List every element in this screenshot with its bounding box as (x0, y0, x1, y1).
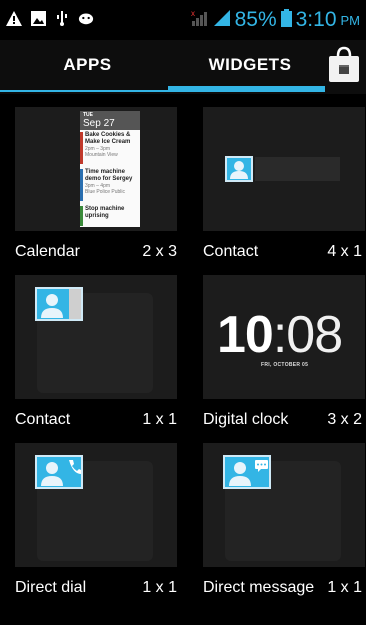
widget-preview-contact-4x1[interactable] (203, 107, 365, 231)
battery-icon (280, 8, 292, 32)
clock-hour: 10 (217, 306, 274, 364)
clock-preview-date: FRI, OCTOBER 05 (261, 362, 309, 368)
widget-label: Direct dial (15, 579, 87, 596)
direct-message-icon (223, 455, 271, 489)
tab-apps[interactable]: APPS (0, 40, 175, 90)
contact-avatar-icon (225, 156, 253, 182)
direct-dial-icon (35, 455, 83, 489)
event-title: Time machine demo for Sergey (85, 169, 133, 182)
contact-name-bar (255, 157, 340, 181)
warning-icon (6, 10, 22, 26)
widget-size: 1 x 1 (327, 579, 362, 596)
image-icon (30, 10, 46, 26)
tab-active-indicator (168, 86, 325, 92)
widget-label: Contact (15, 411, 71, 428)
widget-preview-direct-dial[interactable] (15, 443, 177, 567)
widget-size: 3 x 2 (327, 411, 362, 428)
battery-percent: 85% (234, 8, 277, 31)
tab-bar: APPS WIDGETS (0, 40, 366, 94)
usb-icon (54, 10, 70, 26)
calendar-header: TUE Sep 27 (80, 111, 140, 130)
widget-label: Digital clock (203, 411, 289, 428)
calendar-date: Sep 27 (83, 118, 115, 129)
event-title: Bake Cookies & Make Ice Cream (85, 132, 131, 145)
android-debug-icon (78, 10, 94, 26)
event-title: Stop machine uprising (85, 206, 125, 219)
clock-colon: : (272, 306, 287, 364)
clock-minutes: 08 (286, 306, 343, 364)
widget-size: 1 x 1 (142, 411, 177, 428)
signal-icon (213, 9, 231, 32)
widget-preview-digital-clock[interactable]: 10:08 FRI, OCTOBER 05 (203, 275, 365, 399)
clock-ampm: PM (340, 12, 361, 28)
play-store-icon[interactable] (327, 46, 361, 84)
event-place: Blue Police Public (85, 189, 126, 195)
status-bar: x 85% 3:10 PM (0, 0, 366, 40)
widget-label: Direct message (203, 579, 315, 596)
clock-preview-time: 10:08 (217, 305, 343, 365)
widget-preview-direct-message[interactable] (203, 443, 365, 567)
calendar-event: Time machine demo for Sergey 3pm – 4pm B… (80, 169, 140, 201)
contact-avatar-icon (35, 287, 83, 321)
widget-preview-contact-1x1[interactable] (15, 275, 177, 399)
calendar-widget-preview: TUE Sep 27 Bake Cookies & Make Ice Cream… (80, 111, 140, 227)
widget-label: Calendar (15, 243, 80, 260)
clock-time: 3:10 (295, 8, 337, 31)
widget-size: 1 x 1 (142, 579, 177, 596)
event-place: Mountain View (85, 152, 118, 158)
no-signal-icon: x (191, 9, 209, 32)
tab-widgets[interactable]: WIDGETS (175, 40, 325, 90)
widget-size: 2 x 3 (142, 243, 177, 260)
widget-preview-calendar[interactable]: TUE Sep 27 Bake Cookies & Make Ice Cream… (15, 107, 177, 231)
widget-label: Contact (203, 243, 259, 260)
widget-size: 4 x 1 (327, 243, 362, 260)
calendar-event: Stop machine uprising (80, 206, 140, 226)
svg-text:x: x (191, 9, 195, 18)
calendar-event: Bake Cookies & Make Ice Cream 2pm – 3pm … (80, 132, 140, 164)
